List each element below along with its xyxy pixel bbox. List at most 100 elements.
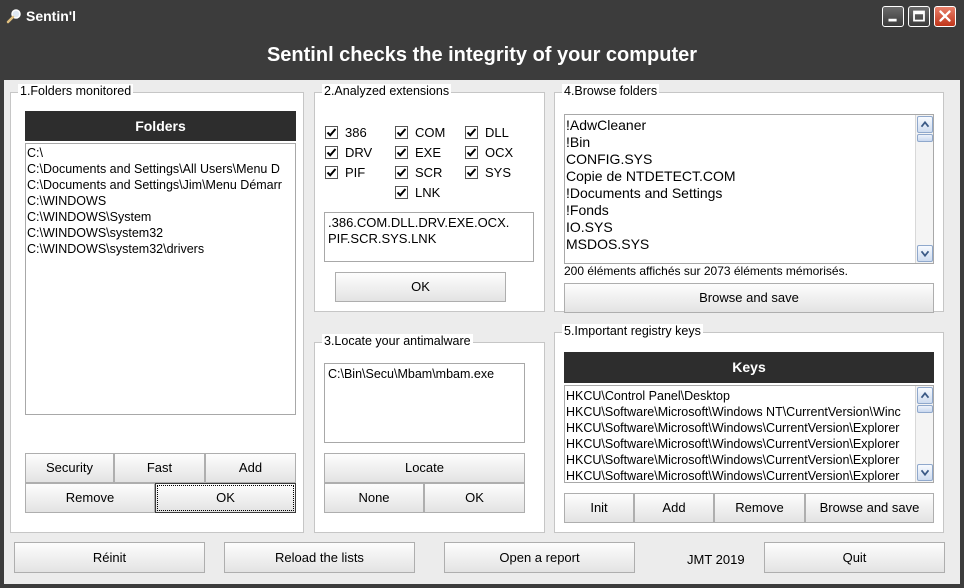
list-item[interactable]: !Fonds bbox=[565, 202, 933, 219]
list-item[interactable]: HKCU\Software\Microsoft\Windows\CurrentV… bbox=[565, 436, 933, 452]
extensions-group: 2.Analyzed extensions 386 COM DLL DRV EXE OCX… bbox=[314, 84, 545, 312]
checkbox-scr[interactable]: SCR bbox=[395, 165, 442, 180]
client-area: 1.Folders monitored Folders C:\ C:\Docum… bbox=[4, 80, 960, 584]
add-folder-button[interactable]: Add bbox=[205, 453, 296, 483]
browse-list[interactable]: !AdwCleaner !Bin CONFIG.SYS Copie de NTDETE… bbox=[564, 114, 934, 264]
scroll-down-icon[interactable] bbox=[917, 464, 933, 481]
checkbox-com[interactable]: COM bbox=[395, 125, 445, 140]
checkbox-exe[interactable]: EXE bbox=[395, 145, 441, 160]
checkbox-label: SCR bbox=[415, 165, 443, 180]
checkmark-icon[interactable] bbox=[465, 126, 478, 139]
registry-add-button[interactable]: Add bbox=[634, 493, 714, 523]
extensions-textbox[interactable]: .386.COM.DLL.DRV.EXE.OCX. PIF.SCR.SYS.LN… bbox=[324, 212, 534, 262]
minimize-button[interactable] bbox=[882, 6, 904, 27]
scroll-down-icon[interactable] bbox=[917, 245, 933, 262]
list-item[interactable]: CONFIG.SYS bbox=[565, 151, 933, 168]
scroll-thumb[interactable] bbox=[917, 405, 933, 413]
browse-group-title: 4.Browse folders bbox=[562, 84, 660, 98]
checkbox-sys[interactable]: SYS bbox=[465, 165, 511, 180]
list-item[interactable]: HKCU\Software\Microsoft\Windows\CurrentV… bbox=[565, 420, 933, 436]
checkbox-pif[interactable]: PIF bbox=[325, 165, 365, 180]
window-title: Sentin'l bbox=[26, 8, 76, 24]
quit-button[interactable]: Quit bbox=[764, 542, 945, 573]
locate-button[interactable]: Locate bbox=[324, 453, 525, 483]
close-button[interactable] bbox=[934, 6, 956, 27]
checkbox-drv[interactable]: DRV bbox=[325, 145, 372, 160]
keys-header: Keys bbox=[564, 352, 934, 383]
magnifier-icon bbox=[6, 9, 21, 24]
credit-label: JMT 2019 bbox=[687, 552, 745, 567]
list-item[interactable]: !AdwCleaner bbox=[565, 117, 933, 134]
list-item[interactable]: C:\WINDOWS\system32\drivers bbox=[26, 241, 295, 257]
registry-remove-button[interactable]: Remove bbox=[714, 493, 805, 523]
list-item[interactable]: !Documents and Settings bbox=[565, 185, 933, 202]
list-item[interactable]: C:\Documents and Settings\Jim\Menu Démar… bbox=[26, 177, 295, 193]
antimalware-path-field[interactable]: C:\Bin\Secu\Mbam\mbam.exe bbox=[324, 363, 525, 443]
folders-ok-button[interactable]: OK bbox=[155, 483, 296, 513]
list-item[interactable]: HKCU\Software\Microsoft\Windows NT\Curre… bbox=[565, 404, 933, 420]
extensions-group-title: 2.Analyzed extensions bbox=[322, 84, 452, 98]
checkmark-icon[interactable] bbox=[465, 146, 478, 159]
title-bar: Sentin'l bbox=[0, 0, 964, 33]
reinit-button[interactable]: Réinit bbox=[14, 542, 205, 573]
maximize-icon bbox=[913, 10, 925, 22]
checkmark-icon[interactable] bbox=[395, 166, 408, 179]
list-item[interactable]: Copie de NTDETECT.COM bbox=[565, 168, 933, 185]
antimalware-group: 3.Locate your antimalware C:\Bin\Secu\Mb… bbox=[314, 334, 545, 533]
checkbox-label: DLL bbox=[485, 125, 509, 140]
checkmark-icon[interactable] bbox=[395, 186, 408, 199]
checkbox-ocx[interactable]: OCX bbox=[465, 145, 513, 160]
folders-header: Folders bbox=[25, 111, 296, 141]
antimalware-ok-button[interactable]: OK bbox=[424, 483, 525, 513]
extensions-line-1: .386.COM.DLL.DRV.EXE.OCX. bbox=[328, 215, 510, 230]
checkbox-label: OCX bbox=[485, 145, 514, 160]
checkmark-icon[interactable] bbox=[325, 146, 338, 159]
maximize-button[interactable] bbox=[908, 6, 930, 27]
registry-group-title: 5.Important registry keys bbox=[562, 324, 703, 338]
list-item[interactable]: MSDOS.SYS bbox=[565, 236, 933, 253]
open-report-button[interactable]: Open a report bbox=[444, 542, 635, 573]
registry-browse-and-save-button[interactable]: Browse and save bbox=[805, 493, 934, 523]
folders-group: 1.Folders monitored Folders C:\ C:\Docum… bbox=[10, 84, 304, 533]
list-item[interactable]: HKCU\Software\Microsoft\Windows\CurrentV… bbox=[565, 452, 933, 468]
list-item[interactable]: !Bin bbox=[565, 134, 933, 151]
list-item[interactable]: C:\Documents and Settings\All Users\Menu… bbox=[26, 161, 295, 177]
fast-button[interactable]: Fast bbox=[114, 453, 205, 483]
minimize-icon bbox=[888, 18, 897, 22]
registry-scrollbar[interactable] bbox=[915, 386, 933, 482]
registry-init-button[interactable]: Init bbox=[564, 493, 634, 523]
list-item[interactable]: HKCU\Software\Microsoft\Windows\CurrentV… bbox=[565, 468, 933, 482]
list-item[interactable]: IO.SYS bbox=[565, 219, 933, 236]
remove-folder-button[interactable]: Remove bbox=[25, 483, 155, 513]
checkmark-icon[interactable] bbox=[395, 146, 408, 159]
checkbox-label: EXE bbox=[415, 145, 442, 160]
browse-group: 4.Browse folders !AdwCleaner !Bin CONFIG.S… bbox=[554, 84, 944, 313]
browse-and-save-button[interactable]: Browse and save bbox=[564, 283, 934, 313]
browse-scrollbar[interactable] bbox=[915, 115, 933, 263]
scroll-up-icon[interactable] bbox=[917, 116, 933, 133]
checkmark-icon[interactable] bbox=[395, 126, 408, 139]
list-item[interactable]: C:\WINDOWS bbox=[26, 193, 295, 209]
reload-lists-button[interactable]: Reload the lists bbox=[224, 542, 415, 573]
antimalware-group-title: 3.Locate your antimalware bbox=[322, 334, 473, 348]
checkbox-lnk[interactable]: LNK bbox=[395, 185, 440, 200]
checkbox-386[interactable]: 386 bbox=[325, 125, 367, 140]
checkmark-icon[interactable] bbox=[325, 126, 338, 139]
extensions-ok-button[interactable]: OK bbox=[335, 272, 506, 302]
security-button[interactable]: Security bbox=[25, 453, 114, 483]
folders-group-title: 1.Folders monitored bbox=[18, 84, 134, 98]
scroll-thumb[interactable] bbox=[917, 134, 933, 142]
checkbox-label: PIF bbox=[345, 165, 366, 180]
list-item[interactable]: C:\WINDOWS\system32 bbox=[26, 225, 295, 241]
checkbox-dll[interactable]: DLL bbox=[465, 125, 509, 140]
none-button[interactable]: None bbox=[324, 483, 424, 513]
checkmark-icon[interactable] bbox=[325, 166, 338, 179]
checkmark-icon[interactable] bbox=[465, 166, 478, 179]
list-item[interactable]: C:\ bbox=[26, 145, 295, 161]
close-icon bbox=[939, 10, 951, 22]
registry-keys-list[interactable]: HKCU\Control Panel\Desktop HKCU\Software\… bbox=[564, 385, 934, 483]
scroll-up-icon[interactable] bbox=[917, 387, 933, 404]
list-item[interactable]: HKCU\Control Panel\Desktop bbox=[565, 388, 933, 404]
list-item[interactable]: C:\WINDOWS\System bbox=[26, 209, 295, 225]
folders-list[interactable]: C:\ C:\Documents and Settings\All Users\… bbox=[25, 143, 296, 415]
